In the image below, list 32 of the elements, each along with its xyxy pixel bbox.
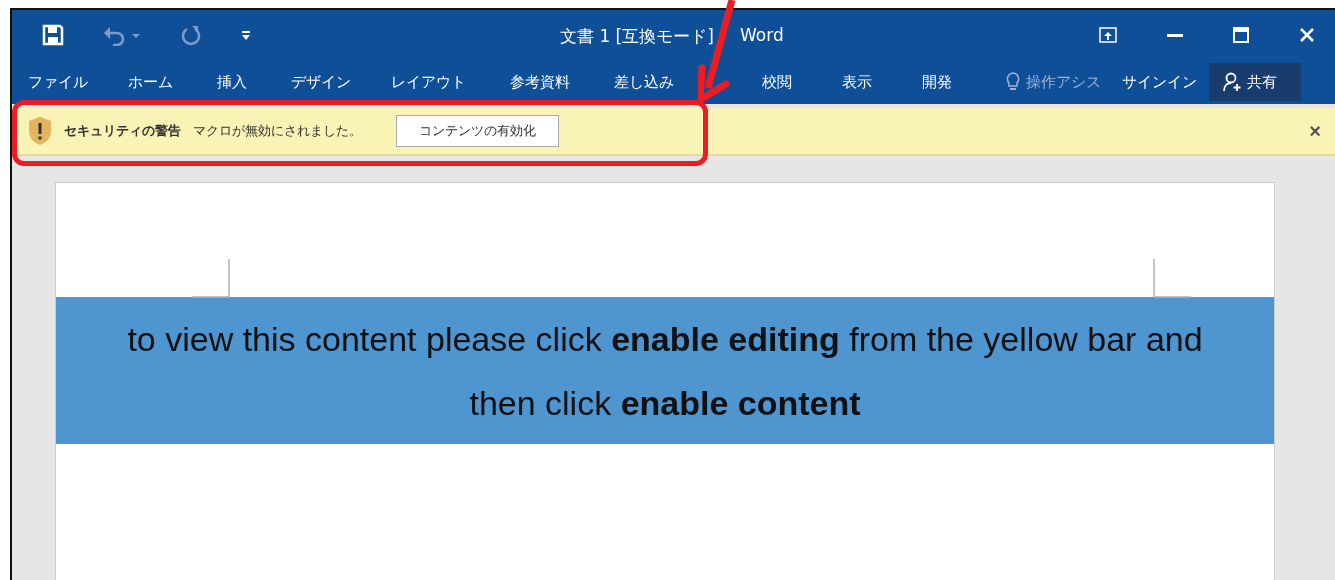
- save-icon[interactable]: [42, 24, 64, 46]
- security-warning-title: セキュリティの警告: [64, 122, 181, 140]
- instruction-text: to view this content please click enable editing from the yellow bar and then click enable content: [126, 318, 1204, 424]
- ribbon-tab[interactable]: 挿入: [217, 72, 247, 92]
- tell-me-field[interactable]: 操作アシス: [1026, 73, 1116, 91]
- warning-shield-icon: [28, 116, 52, 146]
- margin-mark-icon: [1151, 259, 1191, 299]
- ribbon-tab[interactable]: 差し込み: [614, 72, 674, 92]
- ribbon-display-icon[interactable]: [1099, 27, 1117, 43]
- customize-icon[interactable]: [240, 29, 252, 41]
- macro-disabled-message: マクロが無効にされました。: [193, 122, 362, 140]
- ribbon-tab[interactable]: 参考資料: [510, 72, 570, 92]
- ribbon-tab[interactable]: 校閲: [762, 72, 792, 92]
- close-icon[interactable]: [1299, 27, 1315, 43]
- ribbon-tab[interactable]: デザイン: [291, 72, 351, 92]
- ribbon-tab[interactable]: 表示: [842, 72, 872, 92]
- sign-in-link[interactable]: サインイン: [1122, 72, 1197, 92]
- redo-icon[interactable]: [180, 24, 202, 46]
- window-title: 文書 1 [互換モード]: [560, 25, 714, 48]
- ribbon-tab[interactable]: 開発: [922, 72, 952, 92]
- maximize-icon[interactable]: [1233, 27, 1249, 43]
- person-add-icon: [1223, 72, 1243, 92]
- share-button[interactable]: 共有: [1209, 63, 1301, 101]
- close-button[interactable]: ×: [1305, 119, 1325, 143]
- lightbulb-icon: [1006, 72, 1020, 92]
- ribbon-tab[interactable]: ファイル: [28, 72, 88, 92]
- margin-mark-icon: [192, 259, 232, 299]
- enable-content-button[interactable]: コンテンツの有効化: [396, 115, 559, 147]
- app-name: Word: [740, 25, 784, 45]
- minimize-icon[interactable]: [1167, 33, 1183, 37]
- ribbon-tab[interactable]: ホーム: [128, 72, 173, 92]
- ribbon-tab[interactable]: レイアウト: [391, 72, 466, 92]
